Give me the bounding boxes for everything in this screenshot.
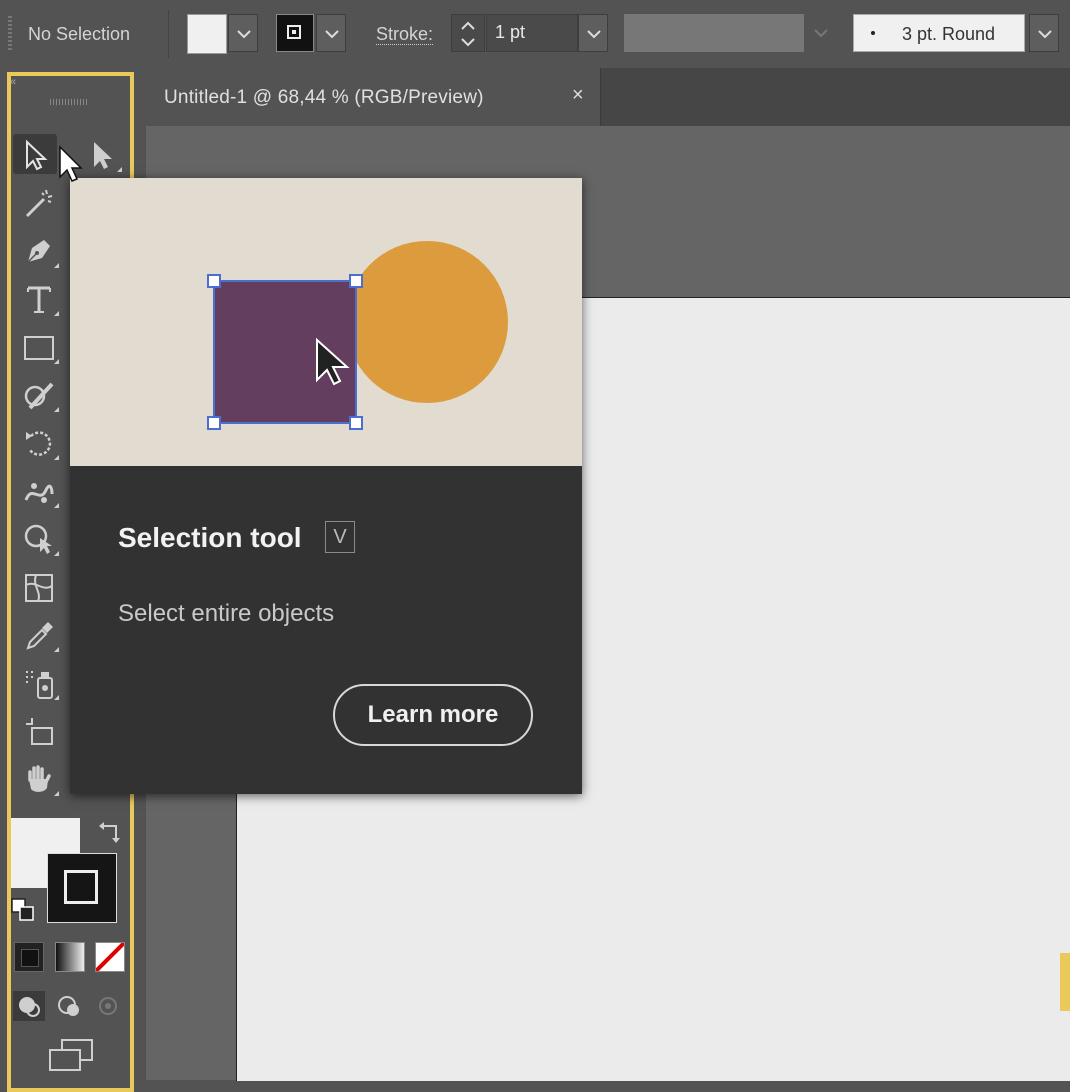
panel-grip[interactable] <box>50 99 88 105</box>
rotate-tool-icon[interactable] <box>17 422 61 462</box>
stroke-weight-stepper[interactable] <box>451 14 485 52</box>
fill-dropdown[interactable] <box>228 14 258 52</box>
divider <box>168 10 169 58</box>
brush-definition-label: 3 pt. Round <box>902 24 996 44</box>
selection-tool-illustration <box>70 178 582 466</box>
tooltip-title: Selection tool <box>118 522 302 553</box>
selection-tool-icon[interactable] <box>13 134 57 174</box>
symbol-sprayer-tool-icon[interactable] <box>17 662 61 702</box>
fill-swatch[interactable] <box>187 14 227 54</box>
stroke-color-swatch[interactable] <box>47 853 117 923</box>
stroke-weight-input[interactable]: 1 pt <box>486 14 578 52</box>
shortcut-key-badge: V <box>325 521 355 553</box>
stroke-label[interactable]: Stroke: <box>376 24 434 45</box>
control-bar: No Selection Stroke: 1 pt 3 pt. Round <box>0 0 1070 69</box>
selection-status: No Selection <box>28 24 131 44</box>
artboard-tool-icon[interactable] <box>17 710 61 750</box>
collapse-panel-icon[interactable]: « <box>10 76 16 88</box>
brush-definition[interactable]: 3 pt. Round <box>853 14 1025 52</box>
chevron-down-icon <box>587 30 601 39</box>
stroke-dropdown[interactable] <box>316 14 346 52</box>
brush-dot-icon <box>871 31 875 35</box>
direct-selection-tool-icon[interactable] <box>80 134 124 174</box>
screen-mode-icon[interactable] <box>48 1038 94 1072</box>
panel-grip[interactable] <box>8 16 12 52</box>
document-tab[interactable]: Untitled-1 @ 68,44 % (RGB/Preview) × <box>146 68 601 126</box>
magic-wand-tool-icon[interactable] <box>17 183 61 223</box>
chevron-down-icon <box>814 29 828 38</box>
variable-width-dropdown[interactable] <box>806 14 836 52</box>
tooltip-description: Select entire objects <box>118 600 335 627</box>
chevron-down-icon <box>325 30 339 39</box>
stepper-arrows-icon <box>461 21 475 47</box>
brush-dropdown[interactable] <box>1029 14 1059 52</box>
default-fill-stroke-icon[interactable] <box>11 898 35 922</box>
draw-inside-icon[interactable] <box>92 990 126 1022</box>
shaper-tool-icon[interactable] <box>17 374 61 414</box>
tool-tooltip: Selection tool V Select entire objects L… <box>70 178 582 794</box>
rectangle-tool-icon[interactable] <box>17 326 61 366</box>
document-tab-title: Untitled-1 @ 68,44 % (RGB/Preview) <box>164 87 484 108</box>
stroke-weight-dropdown[interactable] <box>578 14 608 52</box>
hand-tool-icon[interactable] <box>17 758 61 798</box>
draw-behind-icon[interactable] <box>52 990 86 1022</box>
gradient-mode-button[interactable] <box>55 942 85 972</box>
draw-normal-icon[interactable] <box>12 990 46 1022</box>
mouse-pointer-icon <box>59 145 83 182</box>
highlight-marker <box>1060 953 1070 1011</box>
chevron-down-icon <box>237 30 251 39</box>
close-icon[interactable]: × <box>572 84 584 107</box>
puppet-warp-tool-icon[interactable] <box>17 470 61 510</box>
stroke-swatch[interactable] <box>276 14 314 52</box>
chevron-down-icon <box>1038 30 1052 39</box>
variable-width-profile[interactable] <box>624 14 804 52</box>
type-tool-icon[interactable] <box>17 278 61 318</box>
eyedropper-tool-icon[interactable] <box>17 614 61 654</box>
none-mode-button[interactable] <box>95 942 125 972</box>
color-mode-button[interactable] <box>14 942 44 972</box>
swap-fill-stroke-icon[interactable] <box>98 818 124 844</box>
learn-more-button[interactable]: Learn more <box>333 684 533 746</box>
document-tab-bar: Untitled-1 @ 68,44 % (RGB/Preview) × <box>146 68 1070 126</box>
mesh-tool-icon[interactable] <box>17 566 61 606</box>
pen-tool-icon[interactable] <box>17 230 61 270</box>
shape-builder-tool-icon[interactable] <box>17 518 61 558</box>
